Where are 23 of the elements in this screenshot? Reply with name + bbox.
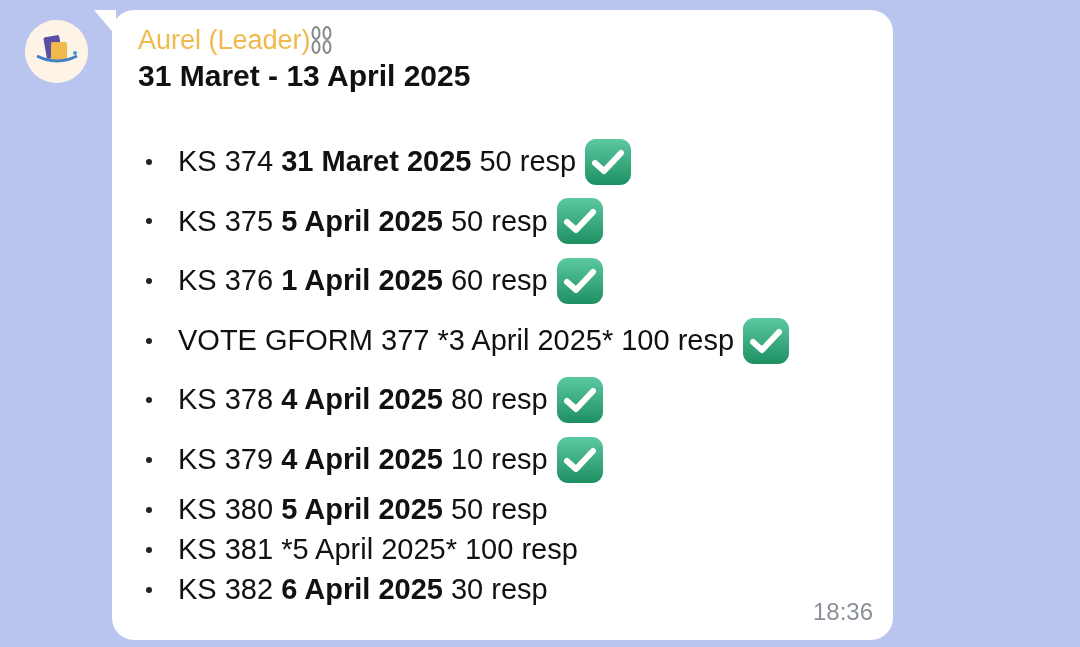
chain-icon (310, 25, 333, 55)
list-item-text: VOTE GFORM 377 *3 April 2025* 100 resp (178, 322, 735, 358)
sender-name[interactable]: Aurel (Leader) (138, 24, 311, 56)
avatar-icon[interactable] (25, 20, 88, 83)
list-item-text: KS 378 4 April 2025 80 resp (178, 382, 548, 418)
bullet-icon (146, 218, 152, 225)
bullet-icon (146, 506, 152, 513)
message-time: 18:36 (812, 597, 873, 627)
bullet-icon (146, 278, 152, 284)
bullet-icon (146, 158, 152, 165)
list-item-text: KS 380 5 April 2025 50 resp (178, 491, 548, 527)
bullet-icon (146, 397, 152, 404)
list-item-text: KS 379 4 April 2025 10 resp (178, 442, 548, 477)
list-item-text: KS 374 31 Maret 2025 50 resp (178, 144, 577, 180)
list-item-text: KS 375 5 April 2025 50 resp (178, 203, 548, 239)
list-item-text: KS 382 6 April 2025 30 resp (178, 571, 548, 607)
bullet-icon (146, 456, 152, 463)
bullet-icon (146, 586, 152, 593)
bullet-icon (146, 546, 152, 553)
list-item-text: KS 381 *5 April 2025* 100 resp (178, 531, 578, 567)
bullet-icon (146, 337, 152, 344)
message-title: 31 Maret - 13 April 2025 (138, 58, 472, 94)
list-item-text: KS 376 1 April 2025 60 resp (178, 263, 548, 299)
